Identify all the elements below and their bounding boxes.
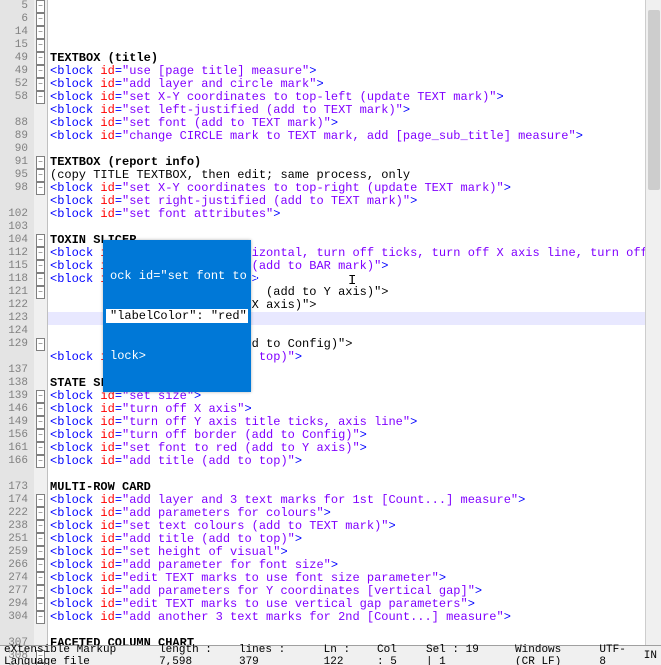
status-bar: eXtensible Markup Language file length :… <box>0 645 661 665</box>
status-language: eXtensible Markup Language file <box>4 644 141 665</box>
status-length: length : 7,598 <box>159 644 221 665</box>
status-eol: Windows (CR LF) <box>515 644 581 665</box>
editor-area[interactable]: 5614154949525888899091959810210310411211… <box>0 0 661 645</box>
status-insert-mode: IN <box>644 650 657 662</box>
calltip-line-2: "labelColor": "red" <box>106 309 248 323</box>
status-encoding: UTF-8 <box>599 644 625 665</box>
vertical-scrollbar-thumb[interactable] <box>648 10 660 190</box>
calltip-line-1: ock id="set font to re <box>106 269 248 283</box>
text-caret: I <box>348 275 356 288</box>
status-line: Ln : 122 <box>324 644 359 665</box>
fold-margin[interactable]: −−−−−−−−−−−−−−−−−−−−−−−−−−−−−−−−−−−−−−− <box>34 0 48 645</box>
status-col: Col : 5 <box>377 644 408 665</box>
calltip-popup: ock id="set font to re "labelColor": "re… <box>103 240 251 392</box>
vertical-scrollbar[interactable] <box>645 0 661 645</box>
code-content[interactable]: TEXTBOX (title)<block id="use [page titl… <box>48 0 661 645</box>
status-sel: Sel : 19 | 1 <box>426 644 479 665</box>
line-number-gutter: 5614154949525888899091959810210310411211… <box>0 0 34 645</box>
status-lines: lines : 379 <box>239 644 288 665</box>
calltip-line-3: lock> <box>106 349 248 363</box>
